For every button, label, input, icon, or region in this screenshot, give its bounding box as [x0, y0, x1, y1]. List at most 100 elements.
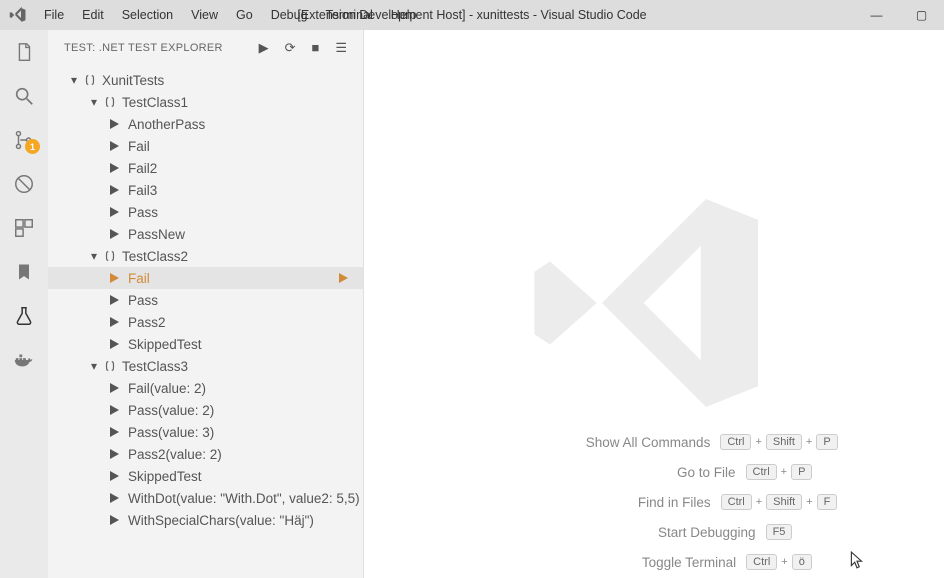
tree-test[interactable]: Fail3 [48, 179, 363, 201]
tree-test[interactable]: PassNew [48, 223, 363, 245]
play-icon [106, 514, 122, 526]
play-icon [106, 426, 122, 438]
play-icon [106, 470, 122, 482]
shortcut-row: Toggle TerminalCtrl+ö [496, 554, 812, 570]
refresh-icon[interactable]: ⟳ [285, 40, 296, 56]
menu-go[interactable]: Go [227, 8, 262, 22]
menu-edit[interactable]: Edit [73, 8, 113, 22]
show-log-icon[interactable]: ☰ [335, 40, 347, 56]
key: Ctrl [720, 434, 751, 450]
scm-icon[interactable]: 1 [12, 128, 36, 152]
menu-view[interactable]: View [182, 8, 227, 22]
test-tree[interactable]: ▾XunitTests▾TestClass1 AnotherPass Fail Fai… [48, 65, 363, 578]
tree-label: SkippedTest [128, 469, 202, 484]
key: Shift [766, 434, 802, 450]
window-controls: — ▢ [854, 8, 944, 22]
activity-bar: 1 [0, 30, 48, 578]
tree-label: Fail2 [128, 161, 157, 176]
namespace-icon [82, 73, 98, 87]
tree-test[interactable]: AnotherPass [48, 113, 363, 135]
tree-test[interactable]: Pass [48, 201, 363, 223]
shortcut-row: Show All CommandsCtrl+Shift+P [470, 434, 837, 450]
menu-debug[interactable]: Debug [262, 8, 317, 22]
namespace-icon [102, 249, 118, 263]
shortcut-label: Show All Commands [470, 435, 710, 450]
tree-label: WithDot(value: "With.Dot", value2: 5,5) [128, 491, 360, 506]
play-icon [106, 316, 122, 328]
tree-label: Fail3 [128, 183, 157, 198]
tree-test[interactable]: Fail [48, 267, 363, 289]
shortcut-keys: F5 [766, 524, 793, 540]
play-icon [106, 448, 122, 460]
tree-label: AnotherPass [128, 117, 205, 132]
run-test-icon[interactable] [335, 272, 351, 284]
tree-test[interactable]: SkippedTest [48, 333, 363, 355]
shortcut-keys: Ctrl+P [746, 464, 813, 480]
play-icon [106, 492, 122, 504]
chevron-down-icon[interactable]: ▾ [86, 359, 102, 373]
tree-test[interactable]: WithSpecialChars(value: "Häj") [48, 509, 363, 531]
debug-icon[interactable] [12, 172, 36, 196]
bookmark-icon[interactable] [12, 260, 36, 284]
tree-test[interactable]: Fail(value: 2) [48, 377, 363, 399]
tree-label: Pass2(value: 2) [128, 447, 222, 462]
tree-test[interactable]: Pass [48, 289, 363, 311]
shortcut-label: Find in Files [471, 495, 711, 510]
sidebar-header: TEST: .NET TEST EXPLORER ▶ ⟳ ■ ☰ [48, 30, 363, 65]
search-icon[interactable] [12, 84, 36, 108]
explorer-icon[interactable] [12, 40, 36, 64]
key: ö [792, 554, 812, 570]
plus: + [756, 496, 762, 508]
tree-label: Pass(value: 3) [128, 425, 214, 440]
key: P [816, 434, 837, 450]
tree-test[interactable]: Pass2(value: 2) [48, 443, 363, 465]
tree-namespace[interactable]: ▾TestClass2 [48, 245, 363, 267]
key: Ctrl [746, 464, 777, 480]
minimize-button[interactable]: — [854, 8, 899, 22]
plus: + [806, 436, 812, 448]
tree-test[interactable]: Pass(value: 2) [48, 399, 363, 421]
play-icon [106, 228, 122, 240]
tree-test[interactable]: Pass2 [48, 311, 363, 333]
shortcut-row: Start DebuggingF5 [516, 524, 793, 540]
play-icon [106, 184, 122, 196]
shortcut-keys: Ctrl+Shift+F [721, 494, 838, 510]
main-menu: FileEditSelectionViewGoDebugTerminalHelp [35, 8, 426, 22]
tree-label: Pass(value: 2) [128, 403, 214, 418]
stop-icon[interactable]: ■ [311, 40, 319, 56]
tree-test[interactable]: WithDot(value: "With.Dot", value2: 5,5) [48, 487, 363, 509]
beaker-icon[interactable] [12, 304, 36, 328]
chevron-down-icon[interactable]: ▾ [86, 249, 102, 263]
menu-file[interactable]: File [35, 8, 73, 22]
key: Ctrl [746, 554, 777, 570]
tree-namespace[interactable]: ▾ TestClass3 [48, 355, 363, 377]
maximize-button[interactable]: ▢ [899, 8, 944, 22]
menu-terminal[interactable]: Terminal [317, 8, 382, 22]
tree-namespace[interactable]: ▾XunitTests [48, 69, 363, 91]
tree-label: WithSpecialChars(value: "Häj") [128, 513, 314, 528]
welcome-shortcuts: Show All Commands Ctrl + Shift + P Go to File C… [364, 434, 944, 570]
tree-namespace[interactable]: ▾TestClass1 [48, 91, 363, 113]
key: Shift [766, 494, 802, 510]
namespace-icon [102, 95, 118, 109]
shortcut-keys: Ctrl+ö [746, 554, 812, 570]
chevron-down-icon[interactable]: ▾ [86, 95, 102, 109]
key: Ctrl [721, 494, 752, 510]
chevron-down-icon[interactable]: ▾ [66, 73, 82, 87]
extensions-icon[interactable] [12, 216, 36, 240]
tree-test[interactable]: Fail [48, 135, 363, 157]
play-icon [106, 272, 122, 284]
run-all-icon[interactable]: ▶ [259, 40, 269, 56]
tree-test[interactable]: SkippedTest [48, 465, 363, 487]
menu-help[interactable]: Help [382, 8, 426, 22]
shortcut-label: Go to File [496, 465, 736, 480]
play-icon [106, 162, 122, 174]
play-icon [106, 118, 122, 130]
tree-test[interactable]: Pass(value: 3) [48, 421, 363, 443]
vscode-watermark-icon [524, 173, 784, 436]
menu-selection[interactable]: Selection [113, 8, 182, 22]
tree-label: Pass [128, 293, 158, 308]
tree-test[interactable]: Fail2 [48, 157, 363, 179]
tree-label: TestClass3 [122, 359, 188, 374]
docker-icon[interactable] [12, 348, 36, 372]
